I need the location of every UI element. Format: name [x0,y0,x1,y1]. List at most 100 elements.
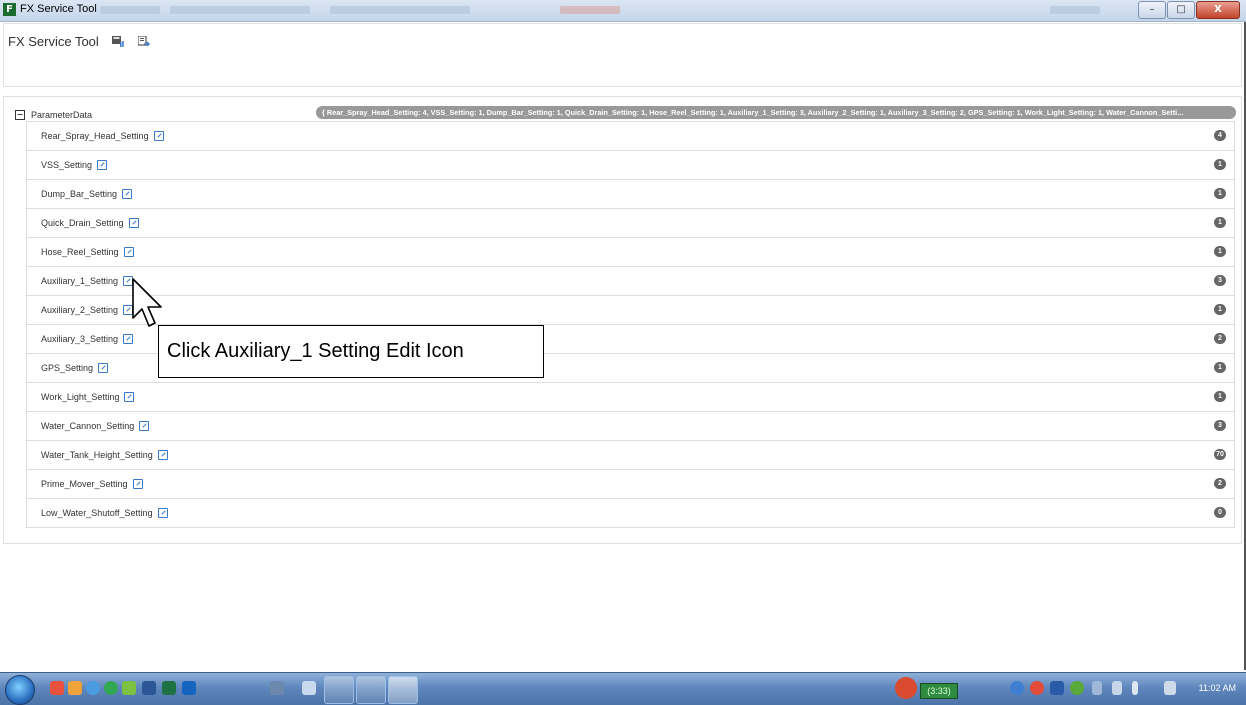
list-item-quick-drain: Quick_Drain_Setting 1 [26,209,1235,238]
window-title: FX Service Tool [20,3,97,15]
tray-icon[interactable] [1010,681,1024,695]
quicklaunch-icon[interactable] [122,681,136,695]
clock: 11:02 AM [1198,683,1236,693]
taskbar-button-explorer[interactable] [324,676,354,704]
count-badge: 1 [1214,188,1226,199]
tray-app-icon[interactable] [895,677,917,699]
count-badge: 1 [1214,217,1226,228]
flag-icon[interactable] [1112,681,1122,695]
list-item-rear-spray-head: Rear_Spray_Head_Setting 4 [26,121,1235,151]
list-item-work-light: Work_Light_Setting 1 [26,383,1235,412]
collapse-icon[interactable]: − [15,110,25,120]
tray-icon[interactable] [1070,681,1084,695]
edit-icon[interactable] [122,189,133,199]
item-label: Auxiliary_2_Setting [41,305,119,315]
network-icon[interactable] [1092,681,1102,695]
item-label: Water_Tank_Height_Setting [41,450,153,460]
taskbar: (3:33) 11:02 AM [0,672,1246,705]
edit-icon[interactable] [132,479,143,489]
background-toolbar-ghost [330,6,470,14]
header-panel [3,23,1242,87]
count-badge: 3 [1214,275,1226,286]
item-label: Dump_Bar_Setting [41,189,118,199]
item-label: Prime_Mover_Setting [41,479,128,489]
edit-icon[interactable] [124,392,135,402]
count-badge: 70 [1214,449,1226,460]
battery-indicator[interactable]: (3:33) [920,683,958,699]
power-icon[interactable] [1132,681,1138,695]
quicklaunch-icon[interactable] [104,681,118,695]
count-badge: 1 [1214,362,1226,373]
list-item-prime-mover: Prime_Mover_Setting 2 [26,470,1235,499]
app-logo-icon: F [3,3,16,16]
outlook-icon[interactable] [182,681,196,695]
background-toolbar-ghost [1050,6,1100,14]
quicklaunch-icon[interactable] [302,681,316,695]
count-badge: 1 [1214,391,1226,402]
tree-root-label: ParameterData [31,110,93,120]
quicklaunch-icon[interactable] [270,681,284,695]
volume-icon[interactable] [1164,681,1176,695]
export-icon[interactable] [138,36,150,47]
edit-icon[interactable] [157,450,168,460]
edit-icon[interactable] [153,131,164,141]
count-badge: 4 [1214,130,1226,141]
count-badge: 1 [1214,159,1226,170]
item-label: Rear_Spray_Head_Setting [41,131,149,141]
background-toolbar-ghost [100,6,160,14]
edit-icon[interactable] [98,363,109,373]
background-toolbar-ghost [170,6,310,14]
background-toolbar-ghost [560,6,620,14]
summary-badge: { Rear_Spray_Head_Setting: 4, VSS_Settin… [316,106,1236,119]
edit-icon[interactable] [123,334,134,344]
quicklaunch-icon[interactable] [50,681,64,695]
instruction-callout: Click Auxiliary_1 Setting Edit Icon [158,325,544,378]
edit-icon[interactable] [128,218,139,228]
item-label: Auxiliary_1_Setting [41,276,119,286]
edit-icon[interactable] [139,421,150,431]
close-button[interactable]: X [1196,1,1240,19]
tray-icon[interactable] [1050,681,1064,695]
save-icon[interactable] [112,36,124,47]
tray-icon[interactable] [1030,681,1044,695]
instruction-text: Click Auxiliary_1 Setting Edit Icon [167,340,464,362]
excel-icon[interactable] [162,681,176,695]
list-item-auxiliary-1: Auxiliary_1_Setting 3 [26,267,1235,296]
count-badge: 0 [1214,507,1226,518]
edit-icon[interactable] [97,160,108,170]
item-label: Work_Light_Setting [41,392,120,402]
count-badge: 1 [1214,246,1226,257]
tree-root[interactable]: − ParameterData [15,108,92,122]
maximize-button[interactable]: □ [1167,1,1195,19]
count-badge: 3 [1214,420,1226,431]
edit-icon[interactable] [157,508,168,518]
edit-icon[interactable] [123,247,134,257]
browser-icon[interactable] [86,681,100,695]
list-item-low-water-shutoff: Low_Water_Shutoff_Setting 0 [26,499,1235,528]
list-item-auxiliary-2: Auxiliary_2_Setting 1 [26,296,1235,325]
item-label: Auxiliary_3_Setting [41,334,119,344]
window-controls: – □ X [1137,1,1240,19]
quicklaunch-icon[interactable] [68,681,82,695]
item-label: Water_Cannon_Setting [41,421,135,431]
item-label: Low_Water_Shutoff_Setting [41,508,153,518]
item-label: Hose_Reel_Setting [41,247,119,257]
count-badge: 1 [1214,304,1226,315]
list-item-dump-bar: Dump_Bar_Setting 1 [26,180,1235,209]
page-title: FX Service Tool [8,34,99,49]
count-badge: 2 [1214,478,1226,489]
list-item-water-cannon: Water_Cannon_Setting 3 [26,412,1235,441]
minimize-button[interactable]: – [1138,1,1166,19]
list-item-vss: VSS_Setting 1 [26,151,1235,180]
start-button[interactable] [5,675,35,705]
item-label: VSS_Setting [41,160,93,170]
list-item-water-tank-height: Water_Tank_Height_Setting 70 [26,441,1235,470]
taskbar-button-fx-service-tool[interactable] [388,676,418,704]
item-label: Quick_Drain_Setting [41,218,124,228]
list-item-hose-reel: Hose_Reel_Setting 1 [26,238,1235,267]
word-icon[interactable] [142,681,156,695]
window-title-bar: F FX Service Tool – □ X [0,0,1246,22]
mouse-pointer-icon [132,278,162,327]
count-badge: 2 [1214,333,1226,344]
taskbar-button-word[interactable] [356,676,386,704]
